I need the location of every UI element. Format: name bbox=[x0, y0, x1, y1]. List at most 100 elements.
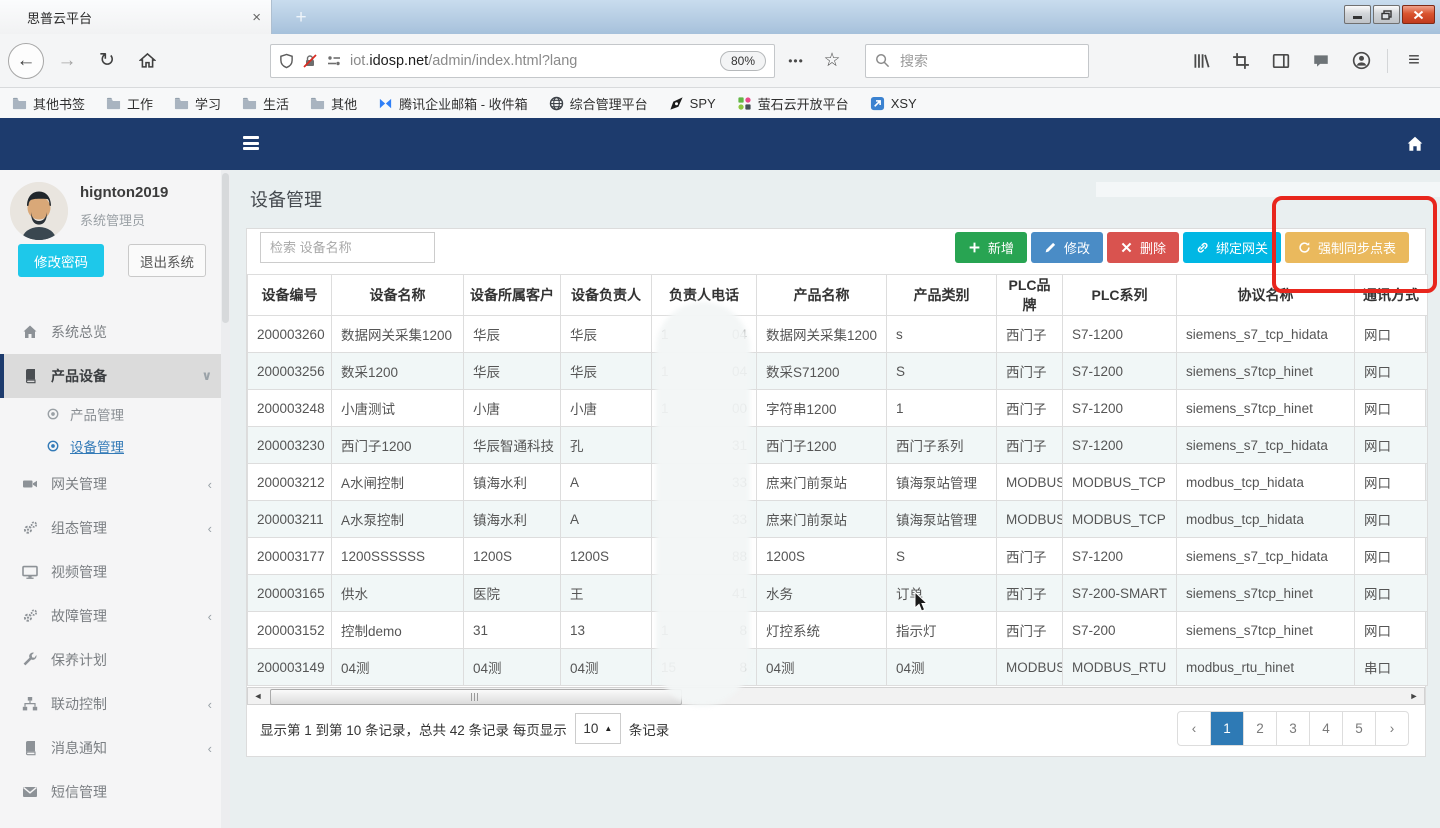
table-cell: 西门子 bbox=[997, 575, 1063, 612]
new-tab-button[interactable]: + bbox=[286, 4, 316, 31]
page-button[interactable]: 3 bbox=[1276, 712, 1309, 745]
page-size-select[interactable]: 10 ▲ bbox=[575, 713, 621, 744]
sidebar-item[interactable]: 保养计划 bbox=[0, 638, 230, 682]
library-icon[interactable] bbox=[1183, 44, 1219, 78]
app-home-icon[interactable] bbox=[1406, 135, 1424, 158]
table-row[interactable]: 20000314904测04测04测15804测04测MODBUSMODBUS_… bbox=[248, 649, 1428, 686]
action-button[interactable]: 修改 bbox=[1031, 232, 1103, 263]
bookmark-item[interactable]: 工作 bbox=[106, 94, 153, 113]
chevron-down-icon: ∨ bbox=[201, 368, 212, 384]
reload-button[interactable]: ↻ bbox=[90, 44, 124, 78]
chevron-left-icon: ‹ bbox=[208, 741, 212, 756]
page-button[interactable]: 5 bbox=[1342, 712, 1375, 745]
table-row[interactable]: 2000031771200SSSSSS1200S1200S881200SS西门子… bbox=[248, 538, 1428, 575]
action-button-label: 新增 bbox=[988, 238, 1014, 257]
bookmark-item[interactable]: 萤石云开放平台 bbox=[737, 94, 849, 113]
sidebar-item[interactable]: 产品管理 bbox=[0, 398, 230, 430]
pocket-icon[interactable] bbox=[1303, 44, 1339, 78]
account-icon[interactable] bbox=[1343, 44, 1379, 78]
sidebar-item[interactable]: 产品设备∨ bbox=[0, 354, 230, 398]
table-row[interactable]: 200003256数采1200华辰华辰104数采S71200S西门子S7-120… bbox=[248, 353, 1428, 390]
dot-circle-icon bbox=[46, 407, 60, 421]
horizontal-scrollbar[interactable]: ◄ ► bbox=[247, 687, 1425, 705]
table-cell: siemens_s7tcp_hinet bbox=[1177, 390, 1355, 427]
sidebar-scrollbar[interactable] bbox=[221, 170, 230, 828]
scroll-left-icon[interactable]: ◄ bbox=[250, 689, 266, 704]
bookmark-item[interactable]: SPY bbox=[669, 96, 716, 111]
sidebar-item[interactable]: 组态管理‹ bbox=[0, 506, 230, 550]
column-header: 设备所属客户 bbox=[464, 275, 561, 316]
restore-button[interactable] bbox=[1373, 5, 1400, 24]
scroll-right-icon[interactable]: ► bbox=[1406, 689, 1422, 704]
bookmark-item[interactable]: XSY bbox=[870, 96, 917, 111]
table-row[interactable]: 200003248小唐测试小唐小唐100字符串12001西门子S7-1200si… bbox=[248, 390, 1428, 427]
page-actions-icon[interactable]: ••• bbox=[781, 54, 811, 68]
action-button[interactable]: 删除 bbox=[1107, 232, 1179, 263]
table-row[interactable]: 200003212A水闸控制镇海水利A33庶来门前泵站镇海泵站管理MODBUSM… bbox=[248, 464, 1428, 501]
change-password-button[interactable]: 修改密码 bbox=[18, 244, 104, 277]
table-cell: 网口 bbox=[1355, 427, 1428, 464]
sidebar-item[interactable]: 消息通知‹ bbox=[0, 726, 230, 770]
table-cell: siemens_s7tcp_hinet bbox=[1177, 353, 1355, 390]
table-row[interactable]: 200003230西门子1200华辰智通科技孔31西门子1200西门子系列西门子… bbox=[248, 427, 1428, 464]
sidebar-item[interactable]: 视频管理 bbox=[0, 550, 230, 594]
bookmark-item[interactable]: 其他 bbox=[310, 94, 357, 113]
scrollbar-thumb[interactable] bbox=[270, 689, 682, 705]
sidebar-item[interactable]: 设备管理 bbox=[0, 430, 230, 462]
bookmark-item[interactable]: 其他书签 bbox=[12, 94, 85, 113]
bookmark-item[interactable]: 生活 bbox=[242, 94, 289, 113]
sidebar-item[interactable]: 网关管理‹ bbox=[0, 462, 230, 506]
table-cell: siemens_s7_tcp_hidata bbox=[1177, 316, 1355, 353]
hamburger-icon[interactable] bbox=[243, 136, 259, 150]
home-button[interactable] bbox=[130, 44, 164, 78]
bookmark-item[interactable]: 腾讯企业邮箱 - 收件箱 bbox=[378, 94, 528, 113]
browser-tab[interactable]: 思普云平台 × bbox=[0, 0, 272, 34]
browser-search[interactable] bbox=[865, 44, 1089, 78]
sidebar-item[interactable]: 系统总览 bbox=[0, 310, 230, 354]
logout-button[interactable]: 退出系统 bbox=[128, 244, 206, 277]
url-bar[interactable]: iot.idosp.net/admin/index.html?lang 80% bbox=[270, 44, 775, 78]
forward-button[interactable]: → bbox=[50, 44, 84, 78]
sidebar-toggle-icon[interactable] bbox=[1263, 44, 1299, 78]
device-search-input[interactable] bbox=[260, 232, 435, 263]
action-button[interactable]: 新增 bbox=[955, 232, 1027, 263]
chevron-left-icon: ‹ bbox=[208, 697, 212, 712]
table-row[interactable]: 200003260数据网关采集1200华辰华辰104数据网关采集1200s西门子… bbox=[248, 316, 1428, 353]
action-button[interactable]: 绑定网关 bbox=[1183, 232, 1281, 263]
page-button[interactable]: 1 bbox=[1210, 712, 1243, 745]
zoom-level-badge[interactable]: 80% bbox=[720, 51, 766, 71]
bookmark-item[interactable]: 学习 bbox=[174, 94, 221, 113]
sidebar-item[interactable]: 故障管理‹ bbox=[0, 594, 230, 638]
screenshot-icon[interactable] bbox=[1223, 44, 1259, 78]
dot-circle-icon bbox=[46, 439, 60, 453]
bookmark-star-icon[interactable]: ☆ bbox=[817, 49, 847, 72]
pager-prev-button[interactable]: ‹ bbox=[1178, 712, 1210, 745]
table-cell: 华辰 bbox=[464, 316, 561, 353]
table-cell: MODBUS_TCP bbox=[1063, 464, 1177, 501]
sidebar-item[interactable]: 短信管理 bbox=[0, 770, 230, 814]
table-cell: 网口 bbox=[1355, 538, 1428, 575]
sidebar-item-label: 保养计划 bbox=[51, 650, 107, 670]
minimize-button[interactable] bbox=[1344, 5, 1371, 24]
sidebar-item[interactable]: 联动控制‹ bbox=[0, 682, 230, 726]
table-cell: 网口 bbox=[1355, 575, 1428, 612]
table-row[interactable]: 200003152控制demo311318灯控系统指示灯西门子S7-200sie… bbox=[248, 612, 1428, 649]
table-cell: 指示灯 bbox=[887, 612, 997, 649]
back-button[interactable]: ← bbox=[8, 43, 44, 79]
bookmark-item[interactable]: 综合管理平台 bbox=[549, 94, 648, 113]
page-button[interactable]: 2 bbox=[1243, 712, 1276, 745]
tab-close-icon[interactable]: × bbox=[252, 9, 261, 26]
table-cell: 西门子1200 bbox=[332, 427, 464, 464]
pager-next-button[interactable]: › bbox=[1375, 712, 1408, 745]
table-cell: s bbox=[887, 316, 997, 353]
gears-icon bbox=[22, 520, 38, 536]
sidebar-item[interactable]: 房间管理 bbox=[0, 814, 230, 828]
table-row[interactable]: 200003165供水医院王41水务订单西门子S7-200-SMARTsieme… bbox=[248, 575, 1428, 612]
browser-search-input[interactable] bbox=[898, 52, 1083, 70]
close-button[interactable] bbox=[1402, 5, 1435, 24]
table-row[interactable]: 200003211A水泵控制镇海水利A33庶来门前泵站镇海泵站管理MODBUSM… bbox=[248, 501, 1428, 538]
table-cell: 网口 bbox=[1355, 316, 1428, 353]
highlight-strip bbox=[1096, 182, 1440, 197]
menu-icon[interactable]: ≡ bbox=[1396, 44, 1432, 78]
page-button[interactable]: 4 bbox=[1309, 712, 1342, 745]
